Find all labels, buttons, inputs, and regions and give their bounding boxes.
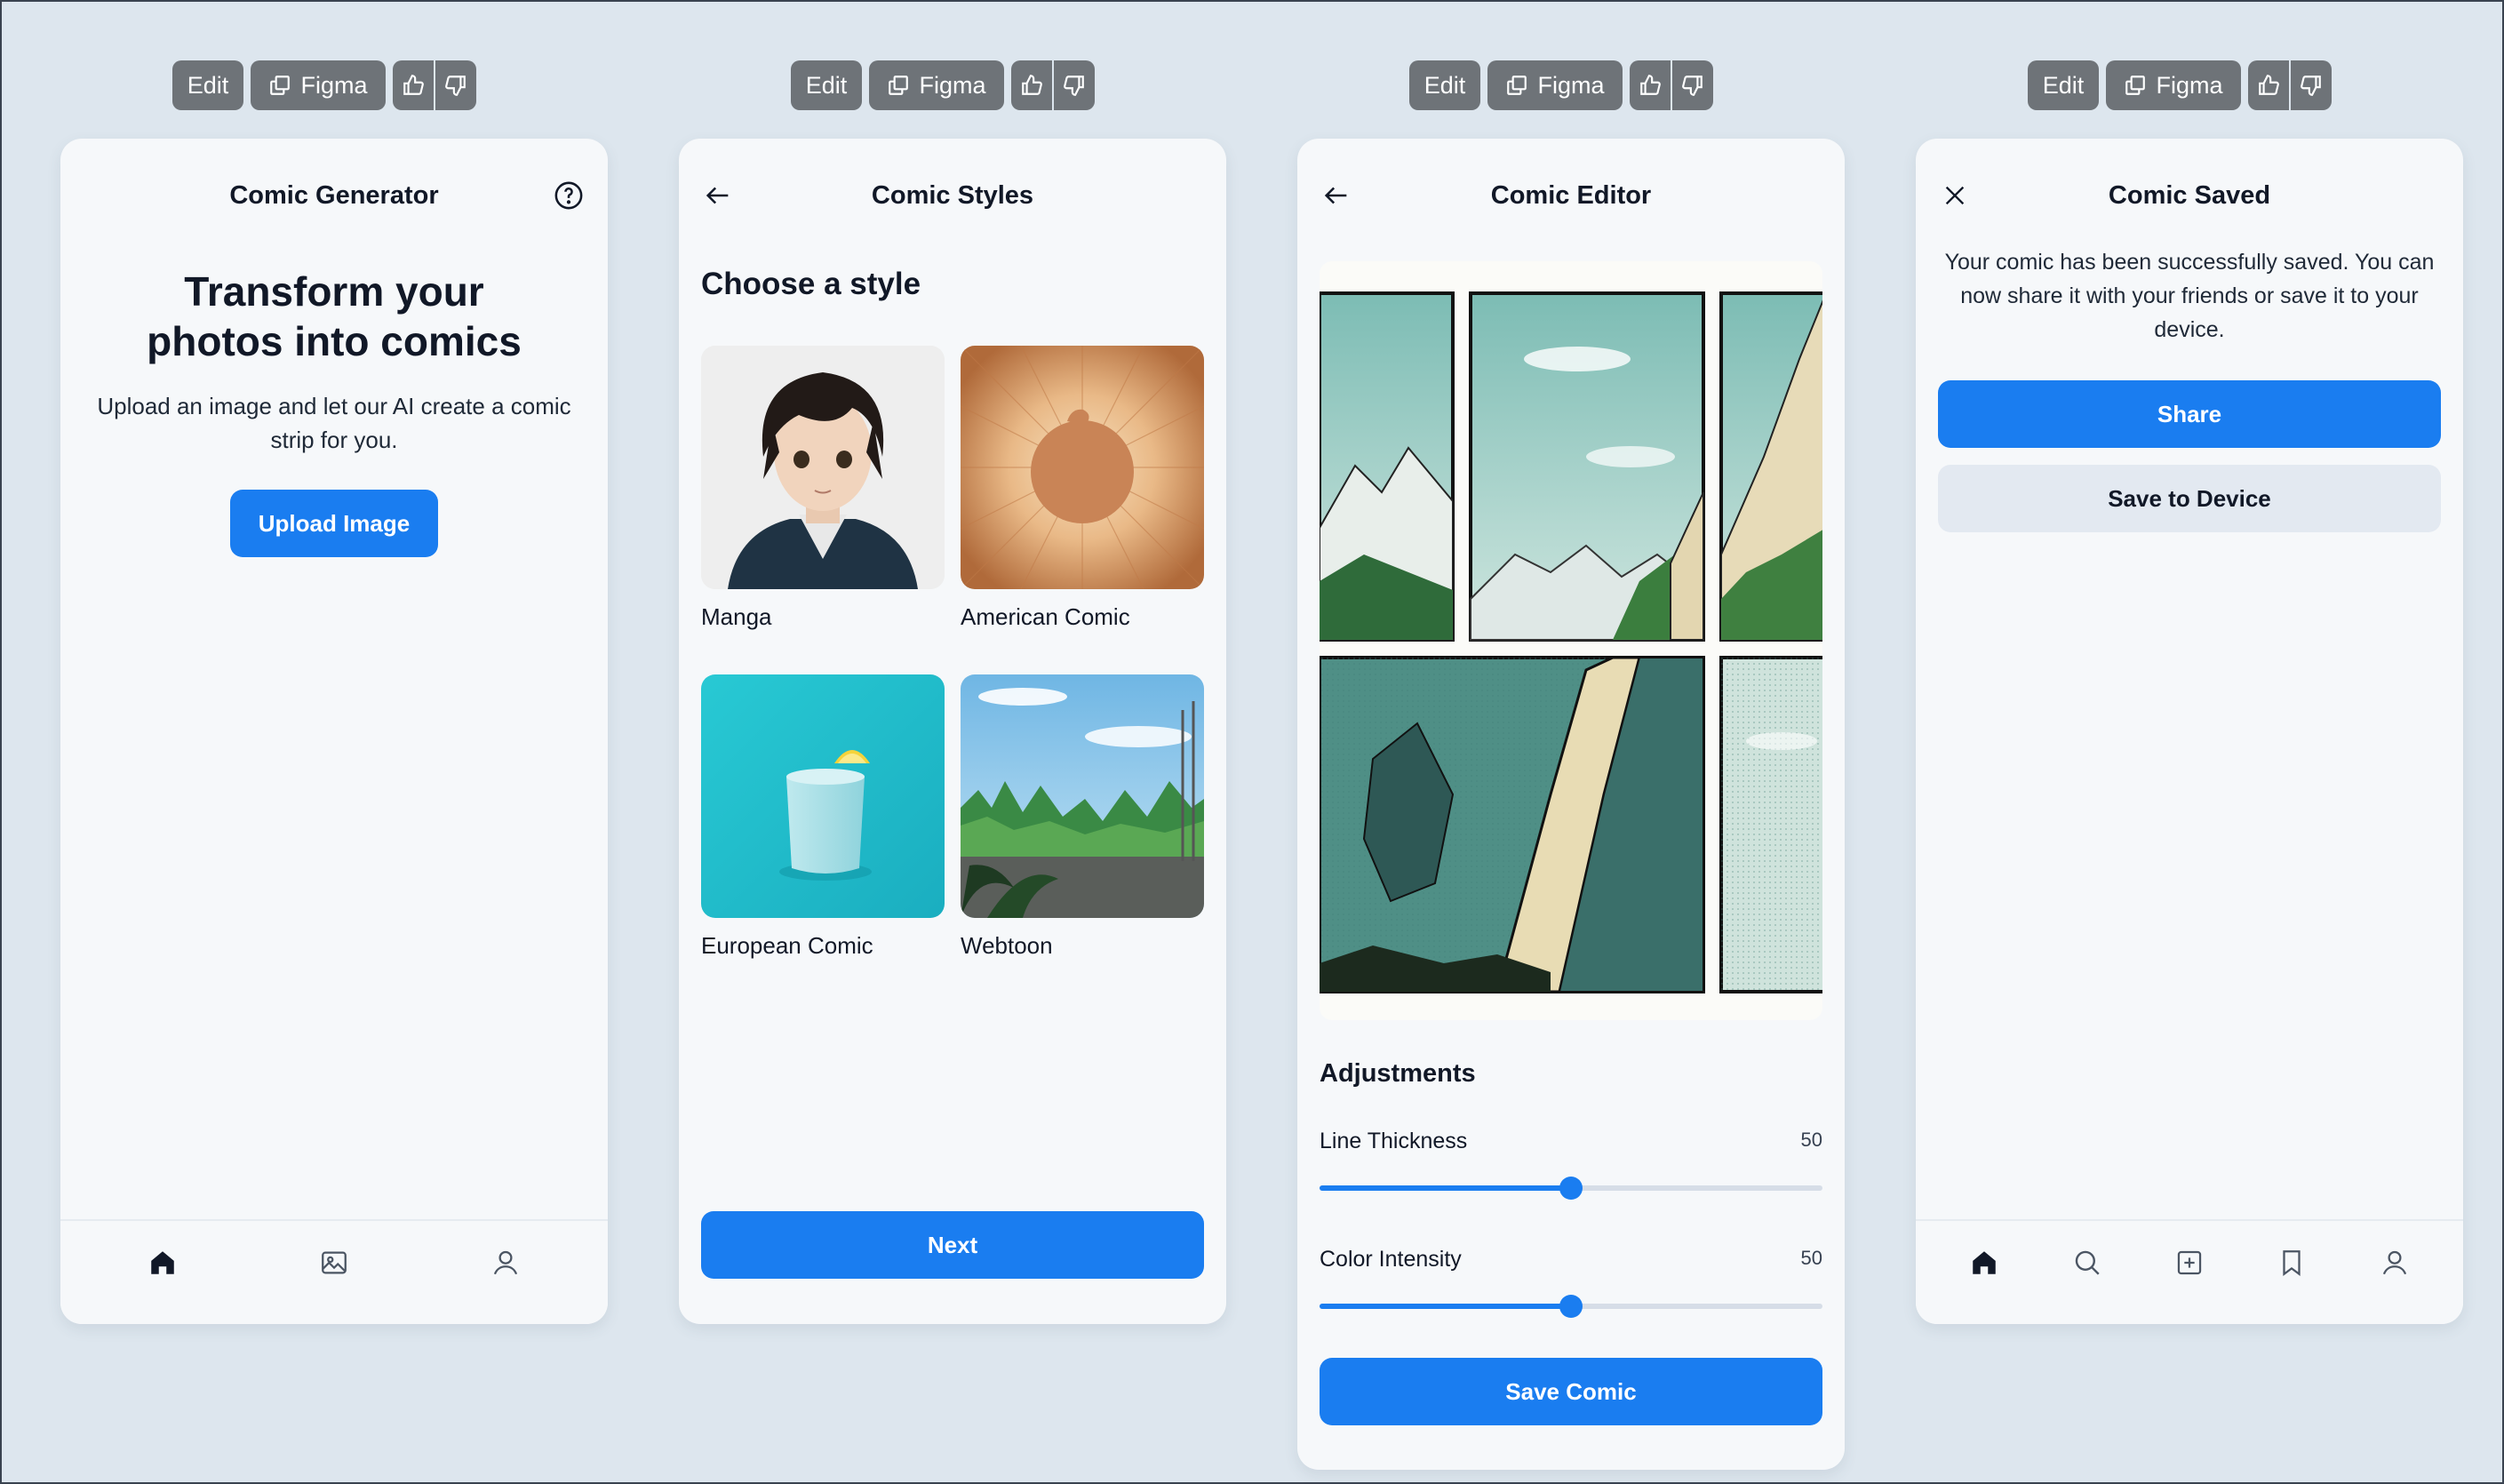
page-title: Comic Generator xyxy=(229,180,439,210)
edit-label: Edit xyxy=(805,71,848,99)
slider-fill xyxy=(1320,1304,1571,1309)
sunburst-image xyxy=(961,346,1204,589)
upload-image-button[interactable]: Upload Image xyxy=(230,490,438,557)
home-icon[interactable] xyxy=(1962,1241,2006,1285)
figma-button[interactable]: Figma xyxy=(251,60,386,110)
figma-label: Figma xyxy=(1537,71,1605,99)
edit-label: Edit xyxy=(187,71,229,99)
bookmark-icon[interactable] xyxy=(2269,1241,2314,1285)
success-message: Your comic has been successfully saved. … xyxy=(1944,250,2435,342)
toolbar-screen-4: Edit Figma xyxy=(2028,60,2332,110)
profile-icon[interactable] xyxy=(483,1241,528,1285)
copy-icon xyxy=(270,76,291,95)
style-card-webtoon[interactable] xyxy=(961,674,1204,918)
toolbar-screen-2: Edit Figma xyxy=(791,60,1095,110)
next-button[interactable]: Next xyxy=(701,1211,1204,1279)
header: Comic Generator xyxy=(60,139,608,252)
style-label-webtoon: Webtoon xyxy=(961,932,1053,959)
thumbs-up-icon[interactable] xyxy=(1011,60,1052,110)
edit-button[interactable]: Edit xyxy=(172,60,243,110)
screen-comic-saved: Comic Saved Your comic has been successf… xyxy=(1916,139,2463,1324)
save-comic-button[interactable]: Save Comic xyxy=(1320,1358,1822,1425)
screen-comic-editor: Comic Editor Adjustments Line Thickness … xyxy=(1297,139,1845,1470)
slider-fill xyxy=(1320,1185,1571,1191)
thumbs-down-icon[interactable] xyxy=(1671,60,1713,110)
header: Comic Saved xyxy=(1916,139,2463,252)
color-intensity-slider[interactable] xyxy=(1320,1295,1822,1318)
style-label-american-comic: American Comic xyxy=(961,603,1130,630)
thumbs-down-icon[interactable] xyxy=(434,60,476,110)
style-card-european-comic[interactable] xyxy=(701,674,945,918)
page-title: Comic Styles xyxy=(871,180,1034,210)
toolbar-screen-3: Edit Figma xyxy=(1409,60,1713,110)
manga-portrait-image xyxy=(701,346,945,589)
close-icon[interactable] xyxy=(1935,176,1974,215)
line-thickness-slider[interactable] xyxy=(1320,1177,1822,1200)
back-arrow-icon[interactable] xyxy=(1317,176,1356,215)
figma-label: Figma xyxy=(300,71,368,99)
screen-comic-generator: Comic Generator Transform your photos in… xyxy=(60,139,608,1324)
toolbar-screen-1: Edit Figma xyxy=(172,60,476,110)
slider-label-line-thickness: Line Thickness xyxy=(1320,1129,1468,1153)
page-title: Comic Saved xyxy=(2108,180,2271,210)
slider-label-color-intensity: Color Intensity xyxy=(1320,1247,1462,1272)
style-label-manga: Manga xyxy=(701,603,772,630)
edit-button[interactable]: Edit xyxy=(791,60,862,110)
image-icon[interactable] xyxy=(312,1241,356,1285)
comic-preview xyxy=(1320,261,1822,1020)
thumbs-up-icon[interactable] xyxy=(2248,60,2289,110)
figma-button[interactable]: Figma xyxy=(1487,60,1623,110)
figma-button[interactable]: Figma xyxy=(869,60,1004,110)
slider-knob[interactable] xyxy=(1559,1295,1583,1318)
figma-label: Figma xyxy=(919,71,986,99)
search-icon[interactable] xyxy=(2065,1241,2109,1285)
header: Comic Styles xyxy=(679,139,1226,252)
help-icon[interactable] xyxy=(549,176,588,215)
slider-value-line-thickness: 50 xyxy=(1800,1129,1822,1151)
header: Comic Editor xyxy=(1297,139,1845,252)
page-title: Comic Editor xyxy=(1490,180,1652,210)
section-title: Choose a style xyxy=(701,267,921,301)
comic-panels-image xyxy=(1320,291,1822,993)
edit-button[interactable]: Edit xyxy=(2028,60,2099,110)
save-to-device-button[interactable]: Save to Device xyxy=(1938,465,2441,532)
hero-description: Upload an image and let our AI create a … xyxy=(97,393,571,453)
style-card-american-comic[interactable] xyxy=(961,346,1204,589)
feedback-group xyxy=(393,60,476,110)
thumbs-down-icon[interactable] xyxy=(2289,60,2332,110)
edit-label: Edit xyxy=(1423,71,1466,99)
edit-label: Edit xyxy=(2042,71,2085,99)
bottom-nav xyxy=(1916,1219,2463,1324)
figma-label: Figma xyxy=(2156,71,2223,99)
profile-icon[interactable] xyxy=(2372,1241,2417,1285)
slider-knob[interactable] xyxy=(1559,1177,1583,1200)
add-icon[interactable] xyxy=(2167,1241,2212,1285)
forest-landscape-image xyxy=(961,674,1204,918)
screen-comic-styles: Comic Styles Choose a style Manga Americ… xyxy=(679,139,1226,1324)
hero-heading: Transform your photos into comics xyxy=(147,268,522,364)
thumbs-up-icon[interactable] xyxy=(1630,60,1671,110)
feedback-group xyxy=(1011,60,1095,110)
style-label-european-comic: European Comic xyxy=(701,932,873,959)
figma-button[interactable]: Figma xyxy=(2106,60,2241,110)
copy-icon xyxy=(889,76,909,95)
home-icon[interactable] xyxy=(140,1241,185,1285)
copy-icon xyxy=(1507,76,1527,95)
feedback-group xyxy=(2248,60,2332,110)
back-arrow-icon[interactable] xyxy=(698,176,738,215)
cup-image xyxy=(701,674,945,918)
style-card-manga[interactable] xyxy=(701,346,945,589)
copy-icon xyxy=(2125,76,2146,95)
share-button[interactable]: Share xyxy=(1938,380,2441,448)
feedback-group xyxy=(1630,60,1713,110)
thumbs-down-icon[interactable] xyxy=(1052,60,1095,110)
adjustments-title: Adjustments xyxy=(1320,1059,1476,1088)
bottom-nav xyxy=(60,1219,608,1324)
slider-value-color-intensity: 50 xyxy=(1800,1247,1822,1269)
thumbs-up-icon[interactable] xyxy=(393,60,434,110)
edit-button[interactable]: Edit xyxy=(1409,60,1480,110)
